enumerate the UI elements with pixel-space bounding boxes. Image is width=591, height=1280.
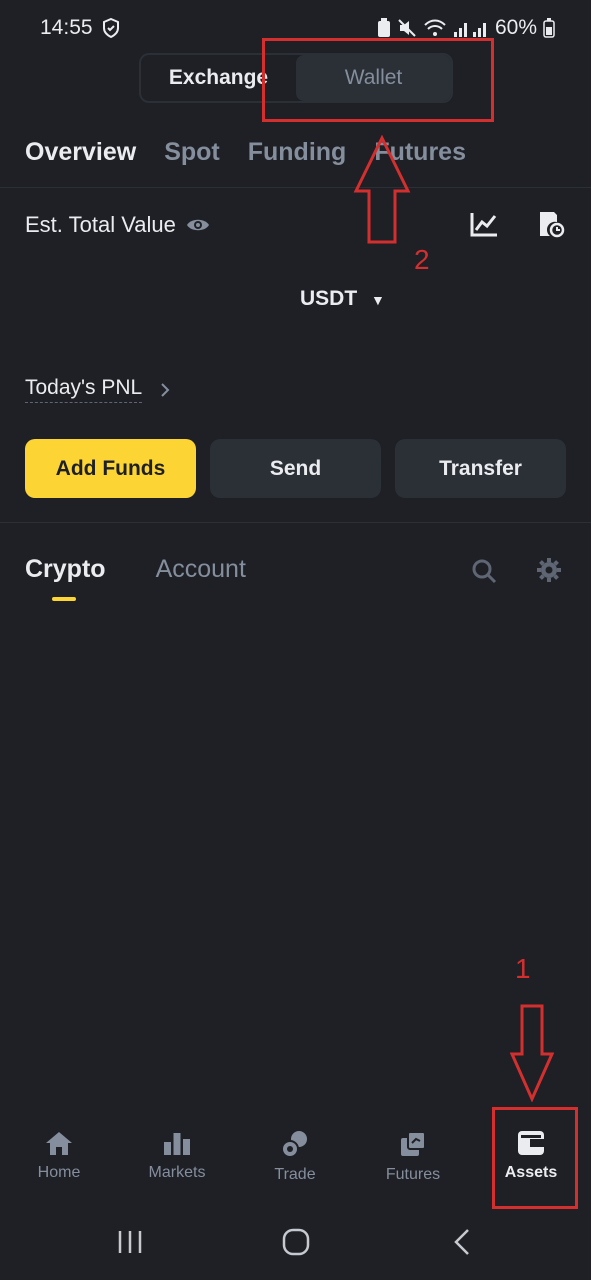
caret-down-icon: ▼ xyxy=(371,292,385,308)
home-icon xyxy=(46,1132,72,1155)
todays-pnl-row[interactable]: Today's PNL xyxy=(25,376,170,403)
transfer-button[interactable]: Transfer xyxy=(395,439,566,498)
trade-icon xyxy=(281,1131,307,1158)
status-time: 14:55 xyxy=(40,16,93,39)
shield-status-icon xyxy=(102,17,120,43)
annotation-step-1: 1 xyxy=(515,953,531,984)
actions-divider xyxy=(0,522,591,523)
currency-selector[interactable]: USDT ▼ xyxy=(300,287,385,311)
futures-icon xyxy=(401,1131,426,1156)
annotation-arrow-down xyxy=(510,1004,554,1102)
mute-icon xyxy=(398,19,416,37)
system-nav-bar xyxy=(0,1215,591,1270)
wifi-icon xyxy=(424,19,446,36)
search-icon[interactable] xyxy=(471,558,497,589)
back-icon[interactable] xyxy=(452,1228,472,1256)
holdings-tabs: Crypto Account xyxy=(25,555,246,584)
tab-funding[interactable]: Funding xyxy=(248,138,347,167)
chart-icon[interactable] xyxy=(470,211,498,242)
nav-futures[interactable]: Futures xyxy=(354,1130,472,1210)
est-total-value-row: Est. Total Value xyxy=(25,212,210,238)
battery-saver-icon xyxy=(377,18,390,37)
nav-label: Futures xyxy=(385,1166,441,1183)
annotation-box-wallet xyxy=(262,38,494,122)
annotation-box-assets xyxy=(492,1107,578,1209)
bars-icon xyxy=(164,1133,190,1155)
annotation-arrow-up xyxy=(353,135,411,244)
nav-markets[interactable]: Markets xyxy=(118,1130,236,1210)
todays-pnl-label: Today's PNL xyxy=(25,376,143,403)
home-button-icon[interactable] xyxy=(282,1228,310,1256)
tab-crypto[interactable]: Crypto xyxy=(25,555,106,584)
currency-label: USDT xyxy=(300,287,358,310)
battery-icon xyxy=(543,18,555,38)
signal-icon xyxy=(453,23,486,37)
nav-label: Trade xyxy=(274,1166,316,1183)
eye-icon[interactable] xyxy=(186,217,210,233)
nav-label: Markets xyxy=(148,1164,206,1181)
tab-overview[interactable]: Overview xyxy=(25,138,136,167)
recents-icon[interactable] xyxy=(117,1229,143,1255)
tabs-divider xyxy=(0,187,591,188)
tab-spot[interactable]: Spot xyxy=(164,138,220,167)
add-funds-button[interactable]: Add Funds xyxy=(25,439,196,498)
send-button[interactable]: Send xyxy=(210,439,381,498)
active-tab-indicator xyxy=(52,597,76,601)
nav-label: Home xyxy=(37,1164,81,1181)
status-icons: 60% xyxy=(377,16,555,40)
chevron-right-icon xyxy=(161,382,170,397)
battery-percent: 60% xyxy=(494,16,537,39)
history-icon[interactable] xyxy=(537,210,565,243)
nav-trade[interactable]: Trade xyxy=(236,1130,354,1210)
tab-account[interactable]: Account xyxy=(156,555,246,584)
gear-icon[interactable] xyxy=(536,557,562,588)
annotation-step-2: 2 xyxy=(414,244,430,275)
nav-home[interactable]: Home xyxy=(0,1130,118,1210)
est-total-label: Est. Total Value xyxy=(25,212,176,237)
